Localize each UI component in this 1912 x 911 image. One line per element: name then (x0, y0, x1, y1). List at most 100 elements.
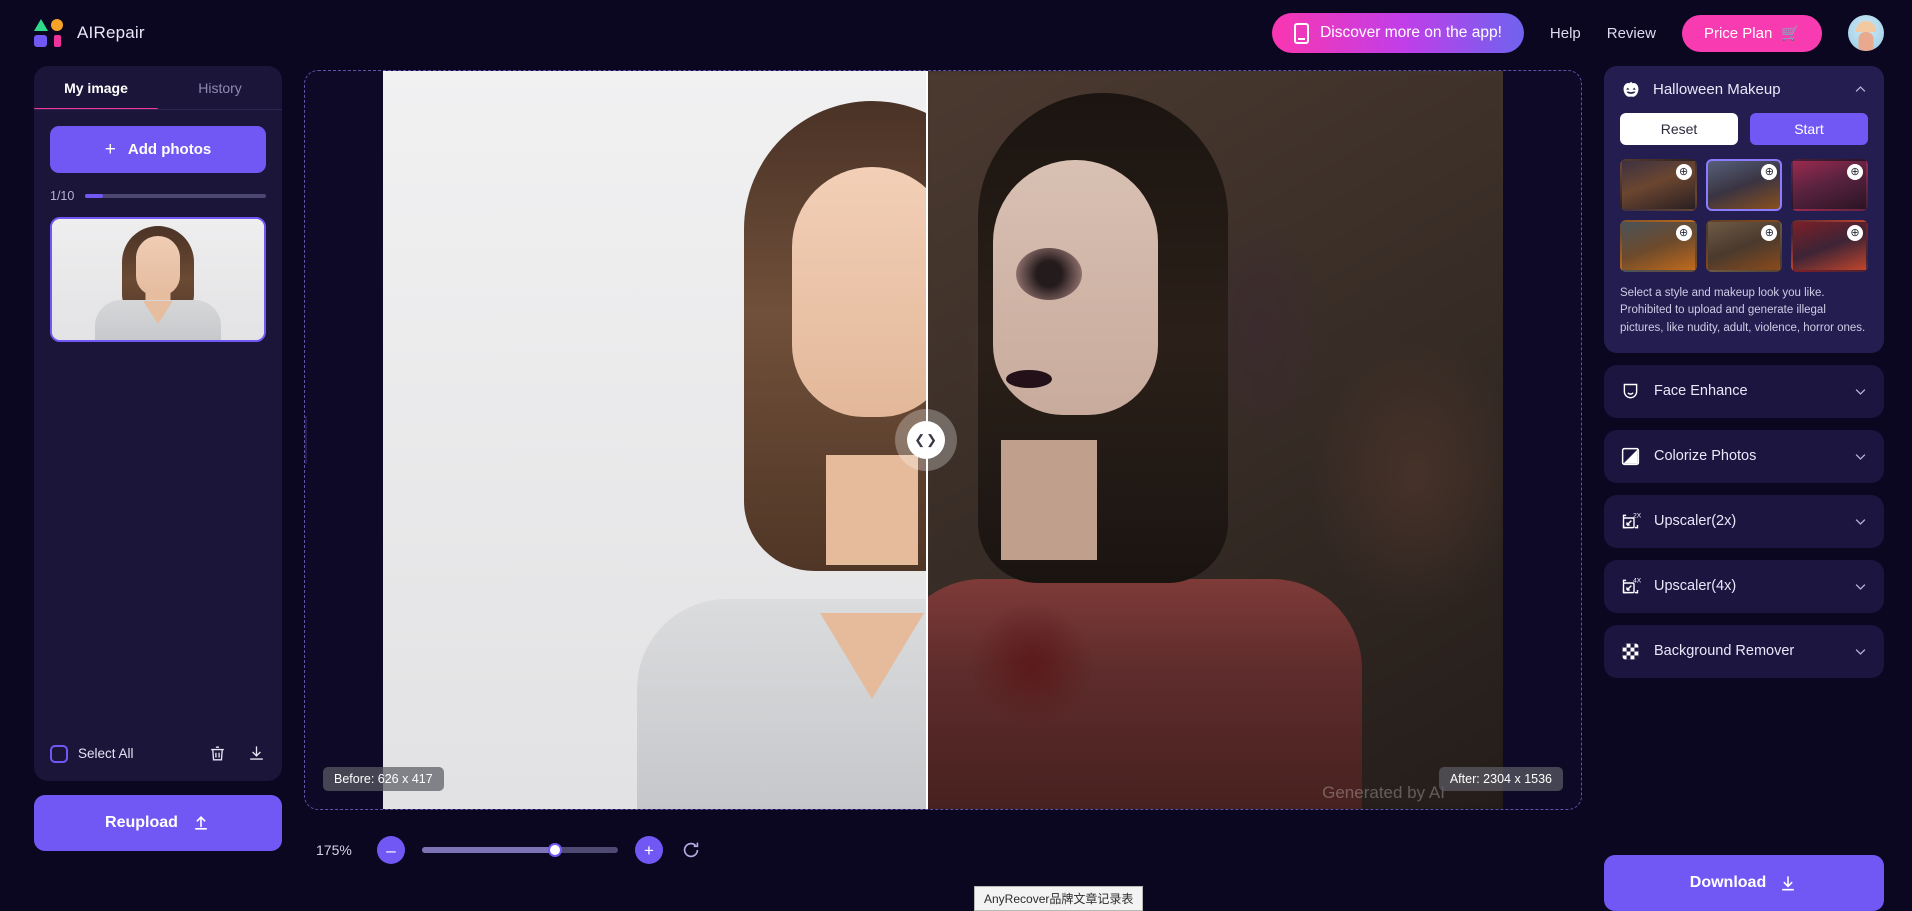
library-footer: Select All (34, 744, 282, 781)
zoom-in-icon[interactable]: ⊕ (1846, 225, 1863, 241)
tool-background-remover[interactable]: Background Remover (1604, 624, 1884, 678)
tool-colorize-photos[interactable]: Colorize Photos (1604, 429, 1884, 483)
tool-label-background-remover: Background Remover (1654, 643, 1795, 660)
zoom-in-icon[interactable]: ⊕ (1675, 164, 1692, 180)
right-sidebar: Halloween Makeup Reset Start ⊕ ⊕ ⊕ ⊕ ⊕ ⊕… (1604, 66, 1884, 911)
browser-tooltip: AnyRecover品牌文章记录表 (974, 886, 1144, 911)
photo-counter-fill (85, 194, 104, 198)
help-link[interactable]: Help (1550, 25, 1581, 42)
select-all-label[interactable]: Select All (78, 746, 134, 761)
ai-watermark: Generated by AI (1322, 783, 1445, 802)
list-item[interactable] (50, 217, 266, 342)
tool-upscaler-4x[interactable]: 4X Upscaler(4x) (1604, 559, 1884, 613)
start-button[interactable]: Start (1750, 113, 1868, 145)
add-photos-button[interactable]: + Add photos (50, 126, 266, 173)
select-all-checkbox[interactable] (50, 744, 68, 763)
halloween-panel-note: Select a style and makeup look you like.… (1620, 287, 1866, 334)
tool-label-colorize-photos: Colorize Photos (1654, 448, 1757, 465)
zoom-toolbar: 175% – + (304, 810, 1582, 864)
tab-my-image[interactable]: My image (34, 66, 158, 110)
compare-slider-handle[interactable]: ❮❯ (907, 421, 946, 459)
svg-text:4X: 4X (1633, 577, 1641, 584)
reupload-label: Reupload (105, 814, 178, 831)
reset-button[interactable]: Reset (1620, 113, 1738, 145)
style-option-2[interactable]: ⊕ (1791, 159, 1868, 211)
avatar[interactable] (1848, 15, 1884, 51)
main-stage: My image History + Add photos 1/10 Selec… (0, 66, 1912, 911)
download-label: Download (1689, 874, 1767, 891)
phone-icon (1294, 22, 1310, 44)
style-option-1[interactable]: ⊕ (1705, 159, 1783, 211)
left-sidebar: My image History + Add photos 1/10 Selec… (34, 66, 282, 911)
download-icon (1782, 876, 1795, 891)
face-mask-icon (1623, 383, 1638, 399)
pumpkin-icon (1623, 82, 1639, 97)
trash-icon[interactable] (208, 744, 227, 763)
refresh-icon[interactable] (680, 839, 702, 861)
plus-icon: + (104, 139, 116, 160)
upscale-2x-icon: 2X (1622, 512, 1641, 529)
zoom-in-icon[interactable]: ⊕ (1846, 164, 1863, 180)
price-plan-button[interactable]: Price Plan 🛒 (1681, 14, 1822, 52)
color-split-icon (1621, 447, 1640, 465)
before-portrait (383, 71, 927, 809)
after-size-badge: After: 2304 x 1536 (1438, 767, 1563, 791)
halloween-panel-title: Halloween Makeup (1653, 81, 1781, 98)
zoom-in-icon[interactable]: ⊕ (1761, 225, 1778, 241)
brand-logo[interactable]: AIRepair (34, 18, 145, 48)
footer-icon-group (208, 744, 266, 763)
logo-square-icon (34, 35, 47, 47)
zoom-out-button[interactable]: – (377, 836, 405, 864)
tool-face-enhance[interactable]: Face Enhance (1604, 364, 1884, 418)
style-thumbnail-grid: ⊕ ⊕ ⊕ ⊕ ⊕ ⊕ (1620, 159, 1868, 272)
zoom-slider-knob[interactable] (548, 843, 563, 857)
zoom-in-icon[interactable]: ⊕ (1675, 225, 1692, 241)
style-option-3[interactable]: ⊕ (1620, 220, 1697, 272)
after-neck-shape (1001, 440, 1098, 560)
before-neck-shape (825, 454, 918, 565)
photo-counter-track[interactable] (85, 194, 266, 198)
zoom-percent-label: 175% (316, 842, 352, 858)
review-link[interactable]: Review (1607, 25, 1656, 42)
thumb-face-shape (136, 235, 180, 296)
logo-triangle-icon (34, 19, 48, 31)
download-button[interactable]: Download (1604, 855, 1884, 911)
zoom-in-button[interactable]: + (635, 836, 663, 864)
chevron-down-icon[interactable] (1853, 384, 1868, 399)
chevron-up-icon[interactable] (1853, 82, 1868, 97)
tab-history[interactable]: History (158, 66, 282, 110)
tool-upscaler-2x[interactable]: 2X Upscaler(2x) (1604, 494, 1884, 548)
style-option-0[interactable]: ⊕ (1620, 159, 1697, 211)
before-vneck-shape (819, 613, 924, 699)
logo-rect-icon (54, 35, 61, 47)
discover-app-label: Discover more on the app! (1320, 24, 1502, 41)
image-library-card: My image History + Add photos 1/10 Selec… (34, 66, 282, 781)
tool-label-upscaler-4x: Upscaler(4x) (1654, 578, 1737, 595)
checkerboard-icon (1622, 643, 1639, 660)
compare-canvas[interactable]: ❮❯ Generated by AI Before: 626 x 417 Aft… (304, 70, 1582, 810)
download-icon[interactable] (247, 744, 266, 763)
halloween-makeup-panel: Halloween Makeup Reset Start ⊕ ⊕ ⊕ ⊕ ⊕ ⊕… (1604, 66, 1884, 353)
upscale-4x-icon: 4X (1622, 577, 1641, 594)
chevron-left-icon[interactable]: ❮ (305, 416, 307, 464)
chevron-down-icon[interactable] (1853, 579, 1868, 594)
discover-app-button[interactable]: Discover more on the app! (1272, 13, 1524, 53)
thumbnail-image (52, 219, 264, 340)
reupload-button[interactable]: Reupload (34, 795, 282, 851)
cart-icon: 🛒 (1781, 24, 1800, 42)
chevron-down-icon[interactable] (1853, 644, 1868, 659)
style-option-5[interactable]: ⊕ (1791, 220, 1868, 272)
chevron-down-icon[interactable] (1853, 514, 1868, 529)
zoom-in-icon[interactable]: ⊕ (1761, 164, 1778, 180)
before-image (383, 71, 927, 809)
after-eye-makeup (1015, 248, 1082, 301)
halloween-panel-header[interactable]: Halloween Makeup (1620, 80, 1868, 99)
price-plan-label: Price Plan (1703, 24, 1773, 42)
zoom-slider[interactable] (422, 843, 618, 857)
after-image (926, 71, 1503, 809)
before-face-shape (791, 166, 927, 417)
style-option-4[interactable]: ⊕ (1705, 220, 1783, 272)
photo-counter-label: 1/10 (50, 189, 75, 203)
after-blood-stain (972, 599, 1093, 729)
chevron-down-icon[interactable] (1853, 449, 1868, 464)
